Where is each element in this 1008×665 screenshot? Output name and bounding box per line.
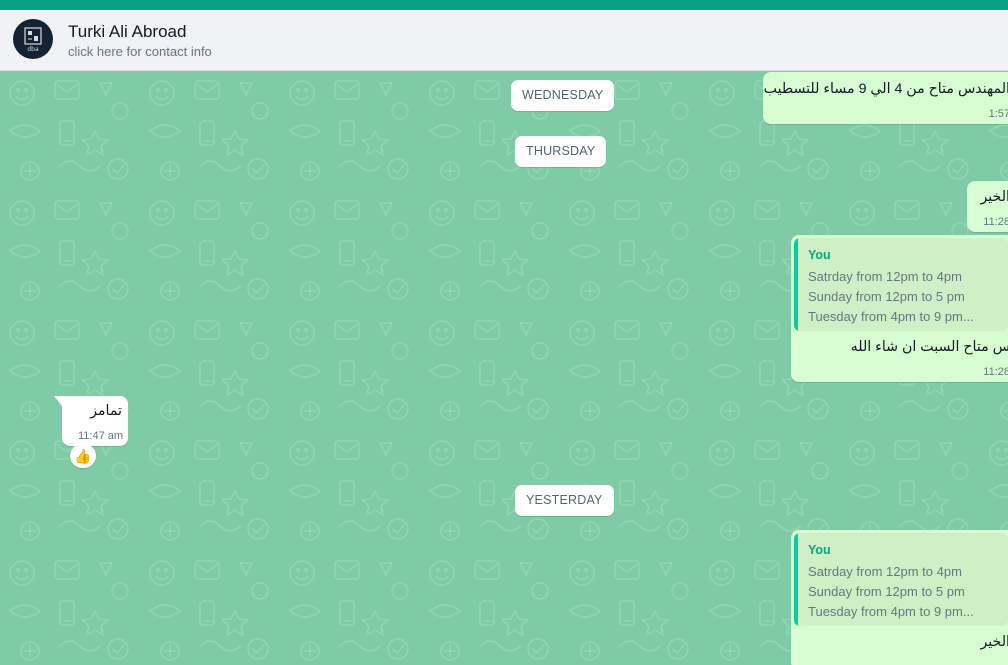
- quote-line: Tuesday from 4pm to 9 pm...: [808, 309, 974, 324]
- message-text: المهندس متاح من 4 الي 9 مساء للتسطيب: [763, 81, 1008, 97]
- top-accent-bar: [0, 0, 1008, 10]
- bubble-tail: [54, 396, 62, 406]
- message-text: الخير: [980, 634, 1008, 650]
- quote-accent-bar: [794, 533, 798, 626]
- date-separator: WEDNESDAY: [511, 80, 615, 111]
- avatar-logo-icon: dba: [24, 27, 42, 53]
- message-text: س متاح السبت ان شاء الله: [850, 339, 1008, 355]
- message-time: 11:47 am: [78, 430, 124, 442]
- outgoing-message-reply[interactable]: You Satrday from 12pm to 4pm Sunday from…: [791, 235, 1008, 382]
- outgoing-message[interactable]: الخير 11:28: [967, 181, 1008, 232]
- chat-header[interactable]: dba Turki Ali Abroad click here for cont…: [0, 10, 1008, 71]
- quote-author: You: [808, 248, 831, 262]
- quote-line: Tuesday from 4pm to 9 pm...: [808, 604, 974, 619]
- quoted-message[interactable]: You Satrday from 12pm to 4pm Sunday from…: [794, 533, 1008, 626]
- quote-line: Satrday from 12pm to 4pm: [808, 269, 962, 284]
- svg-text:dba: dba: [27, 46, 39, 53]
- thumbs-up-icon[interactable]: 👍: [70, 444, 96, 468]
- quote-accent-bar: [794, 238, 798, 331]
- quote-line: Sunday from 12pm to 5 pm: [808, 289, 965, 304]
- quoted-message[interactable]: You Satrday from 12pm to 4pm Sunday from…: [794, 238, 1008, 331]
- quote-line: Sunday from 12pm to 5 pm: [808, 584, 965, 599]
- quote-line: Satrday from 12pm to 4pm: [808, 564, 962, 579]
- incoming-message[interactable]: تمامز 11:47 am: [54, 396, 128, 446]
- message-time: 1:57: [988, 108, 1008, 120]
- date-separator: THURSDAY: [515, 136, 607, 167]
- message-text: تمامز: [90, 403, 122, 419]
- contact-name[interactable]: Turki Ali Abroad: [68, 22, 186, 42]
- contact-avatar[interactable]: dba: [13, 19, 53, 59]
- message-pane[interactable]: WEDNESDAY THURSDAY YESTERDAY المهندس متا…: [0, 71, 1008, 665]
- contact-info-hint[interactable]: click here for contact info: [68, 44, 212, 59]
- message-text: الخير: [980, 189, 1008, 205]
- quote-author: You: [808, 543, 831, 557]
- message-time: 11:28: [983, 366, 1008, 378]
- message-time: 11:28: [983, 216, 1008, 228]
- date-separator: YESTERDAY: [515, 485, 614, 516]
- outgoing-message-reply[interactable]: You Satrday from 12pm to 4pm Sunday from…: [791, 530, 1008, 665]
- outgoing-message[interactable]: المهندس متاح من 4 الي 9 مساء للتسطيب 1:5…: [763, 72, 1008, 124]
